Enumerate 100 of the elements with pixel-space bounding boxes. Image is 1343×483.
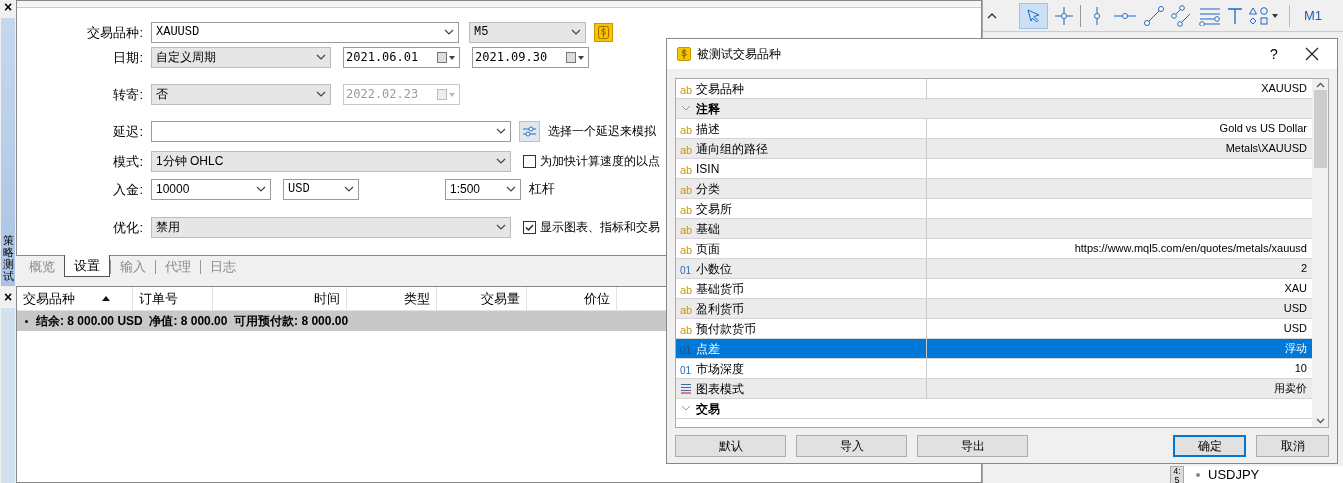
delay-hint: 选择一个延迟来模拟 xyxy=(548,123,656,140)
trend-line-icon[interactable] xyxy=(1143,4,1165,27)
fibonacci-lines-icon[interactable] xyxy=(1199,5,1221,26)
collapse-chevron-icon[interactable] xyxy=(680,405,692,412)
dialog-button[interactable]: 导出 xyxy=(917,435,1028,457)
calendar-icon[interactable] xyxy=(437,51,457,63)
column-header[interactable]: 交易品种 xyxy=(17,287,133,310)
property-row[interactable]: ab 描述 Gold vs US Dollar xyxy=(676,119,1312,139)
timeframe-button[interactable]: M1 xyxy=(1304,5,1323,26)
property-group-row[interactable]: 注释 xyxy=(676,99,1312,119)
bullet-icon xyxy=(1196,472,1200,477)
chevron-down-icon[interactable] xyxy=(1315,418,1325,424)
dialog-button[interactable]: 导入 xyxy=(796,435,907,457)
crosshair-icon[interactable] xyxy=(1054,5,1074,26)
deposit-dropdown[interactable]: 10000 xyxy=(151,178,271,200)
help-button[interactable]: ? xyxy=(1259,43,1289,65)
property-value: USD xyxy=(1283,301,1307,317)
checkbox-label: 为加快计算速度的以点 xyxy=(540,153,660,170)
chevron-up-icon[interactable] xyxy=(987,12,997,19)
property-row[interactable]: ab 基础货币 XAU xyxy=(676,279,1312,299)
symbol-properties-button[interactable] xyxy=(594,22,613,42)
start-date-field[interactable]: 2021.06.01 xyxy=(343,46,460,68)
scrollbar-thumb[interactable] xyxy=(1313,90,1327,168)
property-row[interactable]: 01 市场深度 10 xyxy=(676,359,1312,379)
period-dropdown[interactable]: 自定义周期 xyxy=(151,46,331,68)
checkbox[interactable] xyxy=(523,220,536,234)
property-value: Gold vs US Dollar xyxy=(1219,121,1307,137)
column-header[interactable]: 时间 xyxy=(213,287,347,310)
property-row[interactable]: ab 通向组的路径 Metals\XAUUSD xyxy=(676,139,1312,159)
dialog-button[interactable]: 默认 xyxy=(675,435,786,457)
property-row[interactable]: 01 小数位 2 xyxy=(676,259,1312,279)
string-type-icon: ab xyxy=(680,163,693,176)
property-name: 基础 xyxy=(696,220,720,238)
string-type-icon: ab xyxy=(680,203,693,216)
field-label: 延迟: xyxy=(113,124,143,139)
property-group-row[interactable]: 交易 xyxy=(676,399,1312,419)
end-date-field[interactable]: 2021.09.30 xyxy=(472,46,589,68)
column-header[interactable]: 订单号 xyxy=(133,287,213,310)
leverage-label: 杠杆 xyxy=(529,180,555,199)
checkbox[interactable] xyxy=(523,154,536,168)
number-type-icon: 01 xyxy=(680,264,692,276)
close-button[interactable]: × xyxy=(3,290,13,304)
delay-dropdown[interactable] xyxy=(151,120,511,142)
property-value: 浮动 xyxy=(1285,341,1307,357)
symbol-dropdown[interactable]: XAUUSD xyxy=(151,21,459,43)
chevron-up-icon[interactable] xyxy=(1315,82,1325,88)
cursor-tool-button[interactable] xyxy=(1019,2,1048,29)
column-header[interactable]: 交易量 xyxy=(437,287,527,310)
property-row[interactable]: ab 基础 xyxy=(676,219,1312,239)
property-row[interactable]: ab 页面 https://www.mql5.com/en/quotes/metals/xauusd xyxy=(676,239,1312,259)
property-value: 2 xyxy=(1300,261,1307,277)
calendar-icon[interactable] xyxy=(566,51,586,63)
shapes-icon[interactable] xyxy=(1249,5,1279,26)
group-name: 交易 xyxy=(696,400,720,418)
string-type-icon: ab xyxy=(680,143,693,156)
scrollbar[interactable] xyxy=(1312,79,1328,427)
field-label: 转寄: xyxy=(113,87,143,102)
dialog-title: 被测试交易品种 xyxy=(697,46,781,63)
currency-dropdown[interactable]: USD xyxy=(283,178,359,200)
dialog-button[interactable]: 取消 xyxy=(1256,435,1329,457)
summary-text: 结余: 8 000.00 USD 净值: 8 000.00 可用预付款: 8 000.00 xyxy=(36,313,349,330)
property-name: 图表模式 xyxy=(696,380,744,398)
tab[interactable]: 设置 xyxy=(64,255,110,277)
collapse-chevron-icon[interactable] xyxy=(680,105,692,112)
property-row[interactable]: ab ISIN xyxy=(676,159,1312,179)
property-name: 页面 xyxy=(696,240,720,258)
property-name: 市场深度 xyxy=(696,360,744,378)
leverage-dropdown[interactable]: 1:500 xyxy=(445,178,521,200)
property-row[interactable]: ab 交易品种 XAUUSD xyxy=(676,79,1312,99)
delay-settings-button[interactable] xyxy=(519,120,540,142)
close-icon[interactable] xyxy=(1305,47,1319,61)
property-name: 小数位 xyxy=(696,260,732,278)
column-header[interactable]: 价位 xyxy=(527,287,617,310)
text-tool-icon[interactable] xyxy=(1227,6,1243,25)
string-type-icon: ab xyxy=(680,283,693,296)
property-value: 用卖价 xyxy=(1274,381,1307,397)
field-label: 模式: xyxy=(113,154,143,169)
close-button[interactable]: × xyxy=(3,0,13,14)
list-type-icon xyxy=(680,383,692,394)
field-label: 优化: xyxy=(113,220,143,235)
side-tab-label: 策略测试 xyxy=(2,233,14,282)
property-row[interactable]: ab 交易所 xyxy=(676,199,1312,219)
channel-icon[interactable] xyxy=(1171,4,1193,27)
property-row[interactable]: 图表模式 用卖价 xyxy=(676,379,1312,399)
side-tab[interactable]: 策略测试 xyxy=(1,18,15,286)
string-type-icon: ab xyxy=(680,183,693,196)
property-name: 基础货币 xyxy=(696,280,744,298)
optimization-dropdown[interactable]: 禁用 xyxy=(151,216,511,238)
timeframe-dropdown[interactable]: M5 xyxy=(469,21,586,43)
property-row[interactable]: ab 盈利货币 USD xyxy=(676,299,1312,319)
column-header[interactable]: 类型 xyxy=(347,287,437,310)
dialog-button[interactable]: 确定 xyxy=(1173,435,1246,457)
property-row[interactable]: 01 点差 浮动 xyxy=(676,339,1312,359)
sliders-icon xyxy=(523,125,536,137)
property-name: 描述 xyxy=(696,120,720,138)
time-label: 4:5 xyxy=(1172,467,1182,483)
mode-dropdown[interactable]: 1分钟 OHLC xyxy=(151,150,511,172)
property-row[interactable]: ab 预付款货币 USD xyxy=(676,319,1312,339)
property-row[interactable]: ab 分类 xyxy=(676,179,1312,199)
string-type-icon: ab xyxy=(680,223,693,236)
